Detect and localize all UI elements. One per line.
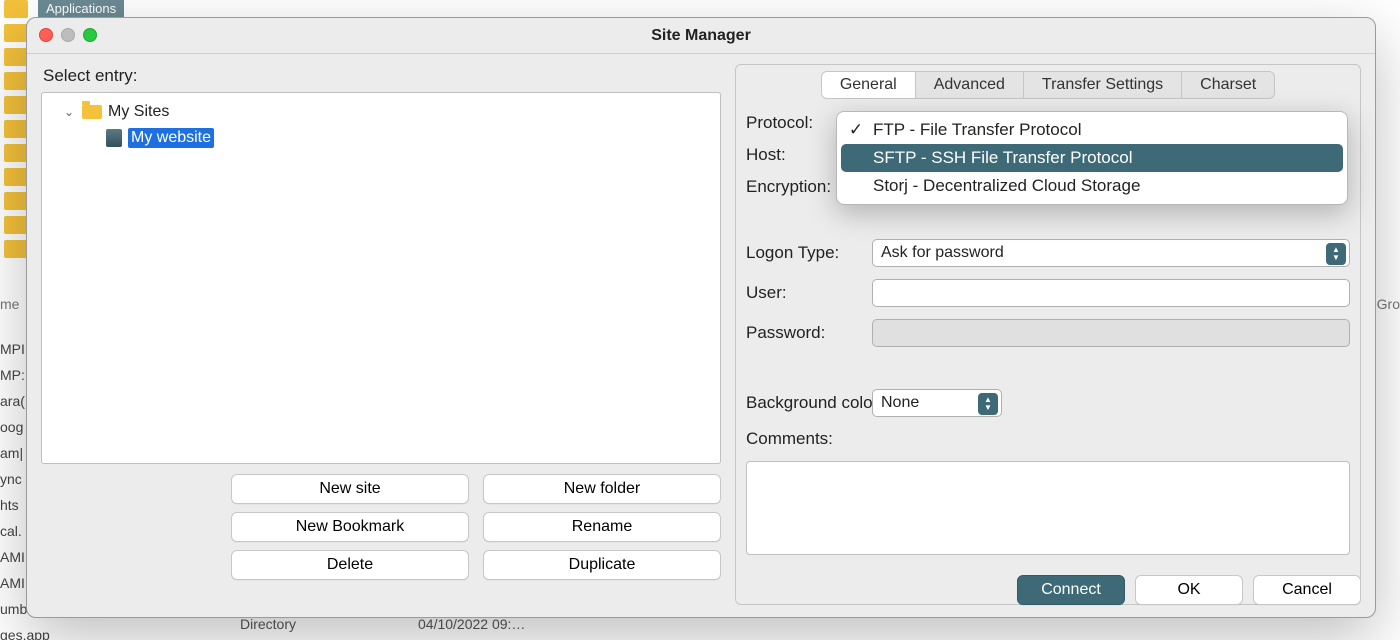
password-input bbox=[872, 319, 1350, 347]
entry-buttons: New site New folder New Bookmark Rename … bbox=[231, 474, 721, 580]
close-icon[interactable] bbox=[39, 28, 53, 42]
check-icon: ✓ bbox=[847, 120, 865, 140]
rename-button[interactable]: Rename bbox=[483, 512, 721, 542]
new-site-button[interactable]: New site bbox=[231, 474, 469, 504]
user-input[interactable] bbox=[872, 279, 1350, 307]
tab-charset[interactable]: Charset bbox=[1182, 72, 1274, 98]
duplicate-button[interactable]: Duplicate bbox=[483, 550, 721, 580]
new-bookmark-button[interactable]: New Bookmark bbox=[231, 512, 469, 542]
stepper-icon: ▲▼ bbox=[978, 393, 998, 415]
tree-root-label: My Sites bbox=[108, 103, 169, 121]
tab-transfer[interactable]: Transfer Settings bbox=[1024, 72, 1182, 98]
protocol-option-label: FTP - File Transfer Protocol bbox=[873, 120, 1081, 140]
select-entry-label: Select entry: bbox=[43, 66, 721, 86]
bg-col-header-right: Gro bbox=[1377, 296, 1400, 312]
comments-label: Comments: bbox=[746, 429, 1350, 449]
logon-type-value: Ask for password bbox=[881, 244, 1004, 262]
new-folder-button[interactable]: New folder bbox=[483, 474, 721, 504]
server-icon bbox=[106, 129, 122, 147]
tab-bar: General Advanced Transfer Settings Chars… bbox=[821, 71, 1275, 99]
user-label: User: bbox=[746, 283, 866, 303]
protocol-option-storj[interactable]: Storj - Decentralized Cloud Storage bbox=[837, 172, 1347, 200]
tree-site-row[interactable]: My website bbox=[46, 125, 716, 151]
window-controls bbox=[39, 28, 97, 42]
settings-panel: General Advanced Transfer Settings Chars… bbox=[735, 64, 1361, 605]
password-label: Password: bbox=[746, 323, 866, 343]
connect-button[interactable]: Connect bbox=[1017, 575, 1125, 605]
chevron-down-icon[interactable]: ⌄ bbox=[62, 105, 76, 119]
protocol-option-label: Storj - Decentralized Cloud Storage bbox=[873, 176, 1140, 196]
delete-button[interactable]: Delete bbox=[231, 550, 469, 580]
ok-button[interactable]: OK bbox=[1135, 575, 1243, 605]
bgcolor-select[interactable]: None ▲▼ bbox=[872, 389, 1002, 417]
minimize-icon bbox=[61, 28, 75, 42]
comments-input[interactable] bbox=[746, 461, 1350, 555]
bg-date-cell: 04/10/2022 09:… bbox=[418, 616, 525, 632]
site-manager-window: Site Manager Select entry: ⌄ My Sites My… bbox=[26, 17, 1376, 618]
bg-type-cell: Directory bbox=[240, 616, 296, 632]
tree-root-row[interactable]: ⌄ My Sites bbox=[46, 99, 716, 125]
titlebar: Site Manager bbox=[27, 18, 1375, 54]
protocol-dropdown[interactable]: ✓ FTP - File Transfer Protocol SFTP - SS… bbox=[836, 111, 1348, 205]
window-title: Site Manager bbox=[651, 27, 751, 45]
entry-panel: Select entry: ⌄ My Sites My website New … bbox=[41, 64, 721, 605]
protocol-option-label: SFTP - SSH File Transfer Protocol bbox=[873, 148, 1132, 168]
protocol-option-ftp[interactable]: ✓ FTP - File Transfer Protocol bbox=[837, 116, 1347, 144]
tree-site-label: My website bbox=[128, 128, 214, 148]
tab-general[interactable]: General bbox=[822, 72, 916, 98]
cancel-button[interactable]: Cancel bbox=[1253, 575, 1361, 605]
site-tree[interactable]: ⌄ My Sites My website bbox=[41, 92, 721, 464]
logon-type-label: Logon Type: bbox=[746, 243, 866, 263]
tab-advanced[interactable]: Advanced bbox=[916, 72, 1024, 98]
dialog-footer: Connect OK Cancel bbox=[1017, 575, 1361, 605]
folder-icon bbox=[82, 105, 102, 119]
protocol-option-sftp[interactable]: SFTP - SSH File Transfer Protocol bbox=[841, 144, 1343, 172]
stepper-icon: ▲▼ bbox=[1326, 243, 1346, 265]
zoom-icon[interactable] bbox=[83, 28, 97, 42]
bg-col-header-left: me bbox=[0, 296, 19, 312]
logon-type-select[interactable]: Ask for password ▲▼ bbox=[872, 239, 1350, 267]
bgcolor-value: None bbox=[881, 394, 919, 412]
